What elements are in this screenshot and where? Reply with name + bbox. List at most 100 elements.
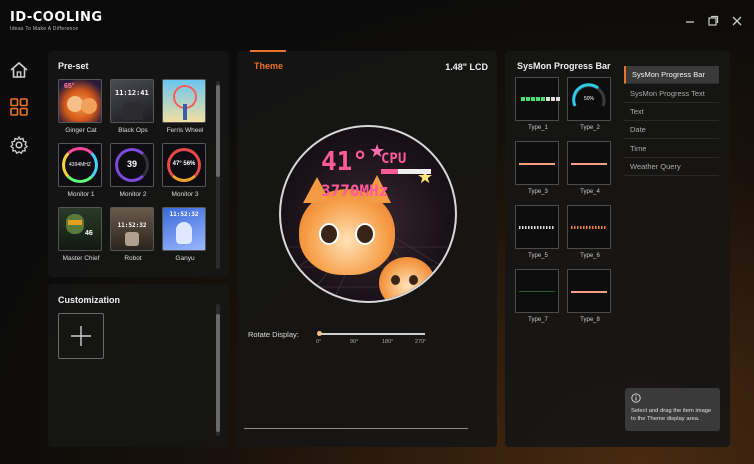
logo-wordmark: ID-COOLING [10,10,103,25]
preset-thumb: 39 [110,143,154,187]
add-customization-button[interactable] [58,313,104,359]
preset-item-monitor-3[interactable]: 47° 56% Monitor 3 [162,143,208,198]
rotate-slider-handle[interactable] [317,331,322,336]
customization-panel: Customization [48,284,229,447]
tab-theme[interactable]: Theme [254,61,283,71]
preset-thumb: 11:52:32 [162,207,206,251]
menu-item-sysmon-progress-text[interactable]: SysMon Progress Text [624,85,719,103]
preset-thumb: 46 [58,207,102,251]
cat-eye [409,275,418,285]
type-preview [567,269,611,313]
menu-item-text[interactable]: Text [624,103,719,121]
type-preview [567,205,611,249]
logo-text: ID-COOLING [10,10,103,25]
type-label: Type_4 [580,189,600,195]
restore-icon[interactable] [706,14,720,28]
rotate-tick-270: 270° [415,339,427,345]
preset-item-ginger-cat[interactable]: 65° Ginger Cat [58,79,104,134]
type-label: Type_7 [528,317,548,323]
progress-type-4[interactable]: Type_4 [567,141,613,195]
progress-type-7[interactable]: Type_7 [515,269,561,323]
menu-item-time[interactable]: Time [624,140,719,158]
rotate-tick-90: 90° [350,339,359,345]
menu-item-weather-query[interactable]: Weather Query [624,158,719,176]
type-preview [515,141,559,185]
type-label: Type_8 [580,317,600,323]
preset-panel: Pre-set 65° Ginger Cat 11:12:41 Black Op… [48,51,229,277]
logo: ID-COOLING Ideas To Make A Difference [10,10,103,32]
info-icon [631,393,641,403]
type-preview [515,77,560,121]
rotate-display-label: Rotate Display: [248,330,299,339]
type-label: Type_6 [580,253,600,259]
cat-eye [355,223,375,245]
theme-tab-indicator [250,50,286,52]
progress-type-6[interactable]: Type_6 [567,205,613,259]
customization-scroll-thumb[interactable] [216,314,220,432]
rotate-slider-track[interactable] [317,331,425,336]
minimize-icon[interactable] [683,14,697,28]
type-preview [515,269,559,313]
type-preview [567,141,611,185]
lcd-cpu-label: CPU [381,151,407,167]
preset-thumb: 11:52:32 [110,207,154,251]
menu-item-date[interactable]: Date [624,121,719,139]
sysmon-title: SysMon Progress Bar [517,61,611,71]
preset-item-ferris-wheel[interactable]: Ferris Wheel [162,79,208,134]
customization-title: Customization [58,295,120,305]
customization-scrollbar[interactable] [216,304,220,436]
preset-thumb: 4394MHZ [58,143,102,187]
home-icon[interactable] [9,60,29,80]
cat-illustration-small [379,257,435,301]
preset-item-monitor-2[interactable]: 39 Monitor 2 [110,143,156,198]
preset-scrollbar[interactable] [216,81,220,269]
preset-thumb-text: 47° 56% [172,161,196,167]
app-window: ID-COOLING Ideas To Make A Difference Pr… [0,0,754,464]
progress-type-2[interactable]: 50% Type_2 [567,77,613,131]
preset-label: Monitor 3 [171,191,199,198]
preset-thumb-text: 39 [126,159,137,169]
preset-thumb-text: 4394MHZ [69,162,91,168]
progress-type-5[interactable]: Type_5 [515,205,561,259]
preset-label: Master Chief [62,255,100,262]
lcd-size-label: 1.48" LCD [445,62,488,72]
preset-label: Monitor 2 [119,191,147,198]
preset-thumb-text: 46 [85,230,93,237]
preset-thumb-text: 11:52:32 [169,211,199,218]
menu-item-sysmon-progress-bar[interactable]: SysMon Progress Bar [624,66,719,84]
preset-scroll-thumb[interactable] [216,85,220,177]
preset-item-black-ops[interactable]: 11:12:41 Black Ops [110,79,156,134]
gear-icon[interactable] [9,135,29,155]
preset-thumb: 11:12:41 [110,79,154,123]
preset-item-robot[interactable]: 11:52:32 Robot [110,207,156,262]
preset-thumb: 47° 56% [162,143,206,187]
preset-item-ganyu[interactable]: 11:52:32 Ganyu [162,207,208,262]
preset-label: Ganyu [175,255,195,262]
grid-icon[interactable] [9,97,29,117]
title-bar: ID-COOLING Ideas To Make A Difference [0,0,754,40]
lcd-preview[interactable]: ★ ★ 41° CPU 3770MHz [279,125,457,303]
type-label: Type_5 [528,253,548,259]
progress-type-3[interactable]: Type_3 [515,141,561,195]
type-preview [515,205,559,249]
type-label: Type_2 [580,125,600,131]
type-2-value: 50% [583,96,594,102]
preset-thumb [162,79,206,123]
cat-eye [319,223,339,245]
preset-item-monitor-1[interactable]: 4394MHZ Monitor 1 [58,143,104,198]
preset-thumb-text: 65° [64,83,75,90]
preset-label: Ginger Cat [65,127,97,134]
rotate-tick-0: 0° [316,339,322,345]
type-label: Type_3 [528,189,548,195]
theme-panel: Theme 1.48" LCD ★ ★ 41° CPU 3770MHz Rota… [237,50,497,447]
progress-type-8[interactable]: Type_8 [567,269,613,323]
preset-label: Monitor 1 [67,191,95,198]
close-icon[interactable] [730,14,744,28]
preset-thumb: 65° [58,79,102,123]
preset-thumb-text: 11:12:41 [115,89,149,97]
preset-item-master-chief[interactable]: 46 Master Chief [58,207,104,262]
lcd-progress-fill [381,169,398,174]
progress-type-1[interactable]: Type_1 [515,77,561,131]
theme-bottom-divider [244,428,468,429]
lcd-temperature: 41° [321,147,368,177]
